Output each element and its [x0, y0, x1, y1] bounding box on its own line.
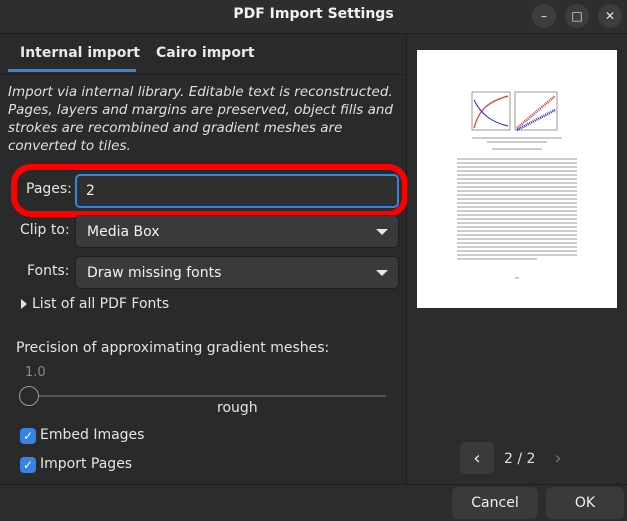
precision-value: 1.0	[25, 365, 46, 380]
close-button[interactable]: ✕	[598, 4, 622, 28]
close-icon: ✕	[604, 9, 616, 23]
checkmark-icon: ✓	[22, 458, 34, 472]
import-pages-label[interactable]: Import Pages	[40, 456, 132, 472]
chevron-right-icon: ›	[554, 447, 562, 469]
tab-bar: Internal import Cairo import	[0, 34, 406, 75]
embed-images-checkbox[interactable]: ✓	[20, 428, 36, 444]
minimize-icon: –	[541, 9, 547, 23]
annotation-highlight	[11, 164, 408, 217]
maximize-button[interactable]: □	[565, 4, 589, 28]
next-page-button[interactable]: ›	[541, 442, 575, 474]
chevron-down-icon	[376, 228, 388, 235]
dialog-footer: Cancel OK	[0, 484, 627, 521]
import-description: Import via internal library. Editable te…	[8, 84, 393, 154]
chevron-left-icon: ‹	[473, 447, 481, 469]
clip-dropdown[interactable]: Media Box	[75, 215, 399, 248]
fonts-dropdown[interactable]: Draw missing fonts	[75, 256, 399, 289]
clip-label: Clip to:	[20, 222, 70, 238]
clip-dropdown-value: Media Box	[87, 223, 160, 240]
maximize-icon: □	[571, 9, 583, 23]
chevron-down-icon	[376, 269, 388, 276]
cancel-button[interactable]: Cancel	[452, 487, 538, 519]
tab-cairo-import[interactable]: Cairo import	[156, 45, 255, 61]
selected-tab-indicator	[8, 69, 136, 72]
minimize-button[interactable]: –	[532, 4, 556, 28]
precision-slider-handle[interactable]	[19, 386, 39, 406]
import-pages-checkbox[interactable]: ✓	[20, 457, 36, 473]
embed-images-label[interactable]: Embed Images	[40, 427, 144, 443]
triangle-right-icon[interactable]	[21, 299, 27, 309]
precision-scale-label: rough	[217, 400, 258, 416]
checkmark-icon: ✓	[22, 429, 34, 443]
previous-page-button[interactable]: ‹	[460, 442, 494, 474]
font-list-expander[interactable]: List of all PDF Fonts	[32, 296, 169, 312]
fonts-label: Fonts:	[27, 263, 70, 279]
page-thumbnail	[457, 91, 577, 279]
ok-button[interactable]: OK	[546, 487, 624, 519]
preview-panel: ‹ 2 / 2 ›	[407, 34, 627, 484]
precision-slider-track[interactable]	[22, 395, 386, 397]
page-preview	[417, 50, 617, 308]
tab-internal-import[interactable]: Internal import	[20, 45, 140, 61]
page-indicator: 2 / 2	[504, 451, 536, 467]
precision-label: Precision of approximating gradient mesh…	[16, 340, 330, 356]
title-bar: PDF Import Settings – □ ✕	[0, 0, 627, 34]
fonts-dropdown-value: Draw missing fonts	[87, 264, 222, 281]
